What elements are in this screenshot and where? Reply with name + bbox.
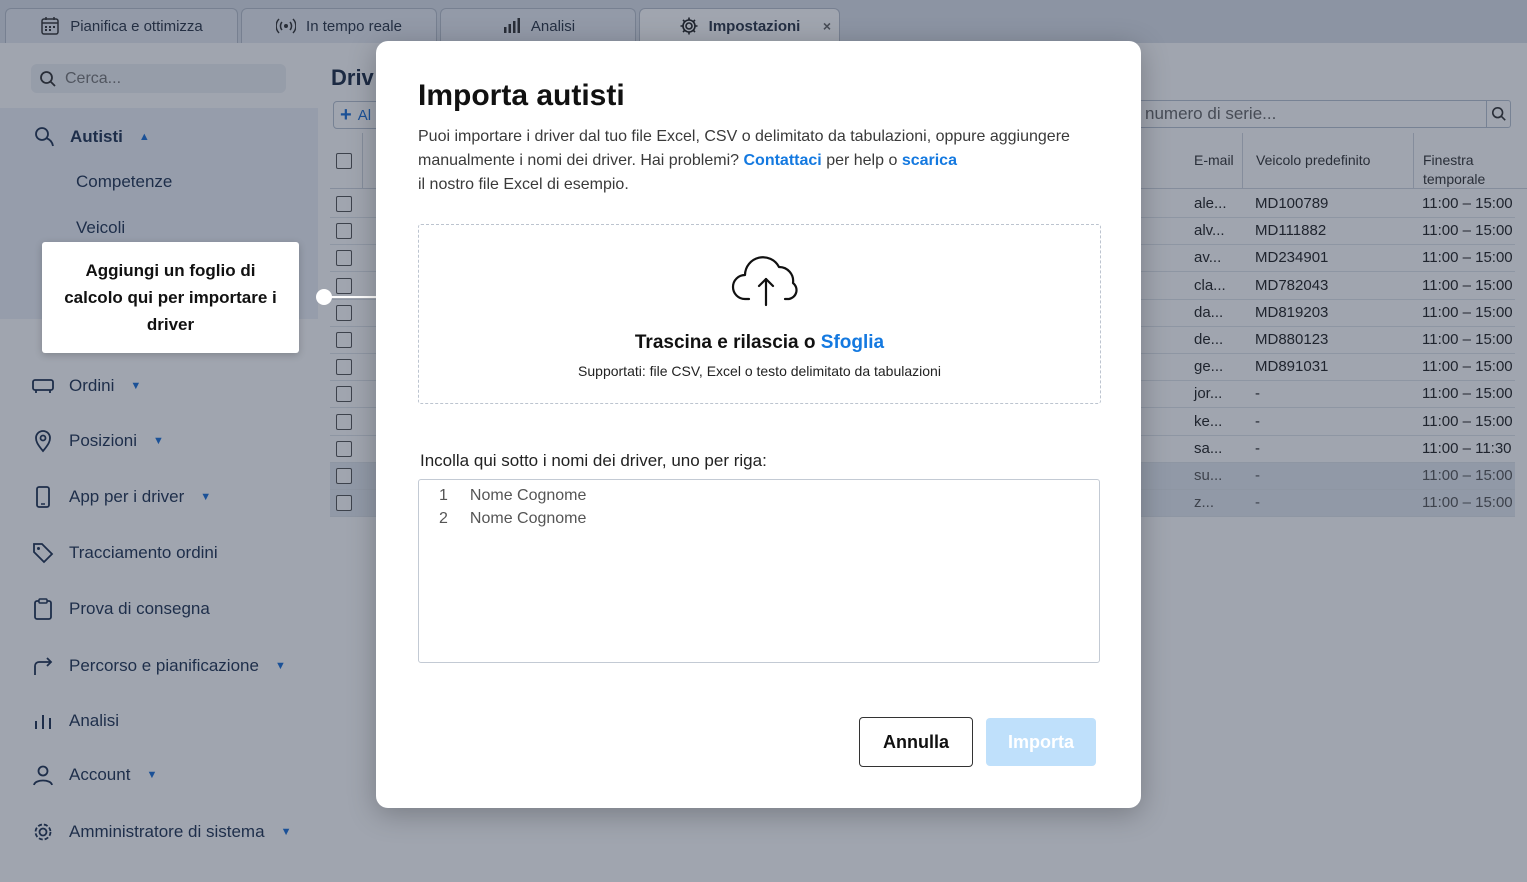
paste-names-label: Incolla qui sotto i nomi dei driver, uno… bbox=[420, 451, 767, 470]
line-number: 1 bbox=[439, 487, 448, 504]
modal-description: Puoi importare i driver dal tuo file Exc… bbox=[418, 125, 1098, 197]
contact-link[interactable]: Contattaci bbox=[744, 152, 822, 169]
import-button[interactable]: Importa bbox=[986, 718, 1096, 766]
import-hint-callout: Aggiungi un foglio di calcolo qui per im… bbox=[42, 242, 299, 353]
callout-dot bbox=[316, 289, 332, 305]
callout-connector bbox=[324, 296, 384, 298]
driver-names-textarea[interactable]: 1 Nome Cognome 2 Nome Cognome bbox=[418, 479, 1100, 663]
desc-text: il nostro file Excel di esempio. bbox=[418, 176, 629, 193]
supported-formats: Supportati: file CSV, Excel o testo deli… bbox=[578, 363, 941, 379]
cancel-button[interactable]: Annulla bbox=[859, 717, 973, 767]
callout-text: Aggiungi un foglio di calcolo qui per im… bbox=[64, 261, 277, 334]
textarea-line: 1 Nome Cognome bbox=[439, 487, 586, 505]
cloud-upload-icon bbox=[731, 256, 798, 307]
browse-link[interactable]: Sfoglia bbox=[821, 332, 884, 353]
dropzone-text: Trascina e rilascia o bbox=[634, 332, 816, 353]
line-placeholder: Nome Cognome bbox=[469, 510, 587, 527]
import-drivers-modal: Importa autisti Puoi importare i driver … bbox=[376, 41, 1141, 808]
desc-text: per help o bbox=[826, 152, 898, 169]
line-number: 2 bbox=[439, 510, 448, 527]
textarea-line: 2 Nome Cognome bbox=[439, 510, 586, 528]
dropzone-instruction: Trascina e rilascia o Sfoglia bbox=[419, 332, 1100, 354]
file-dropzone[interactable]: Trascina e rilascia o Sfoglia Supportati… bbox=[418, 224, 1101, 404]
line-placeholder: Nome Cognome bbox=[469, 487, 587, 504]
download-sample-link[interactable]: scarica bbox=[902, 152, 957, 169]
modal-title: Importa autisti bbox=[418, 79, 625, 112]
